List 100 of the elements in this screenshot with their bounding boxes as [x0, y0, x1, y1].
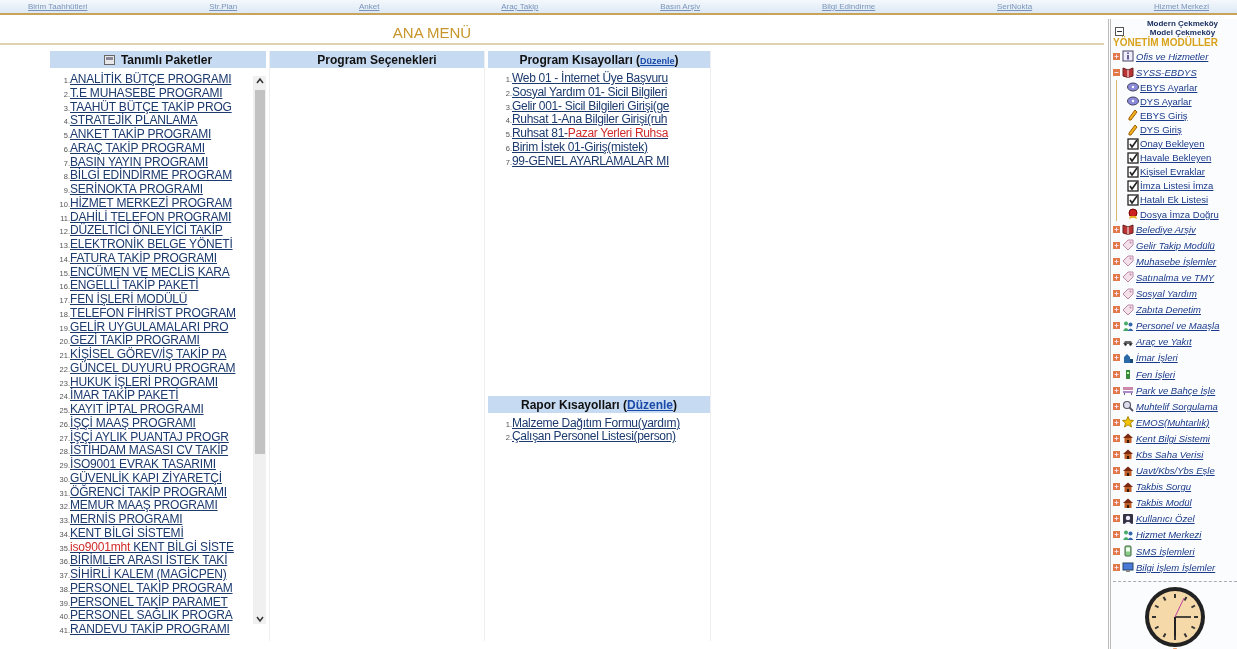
scroll-thumb[interactable]: [254, 90, 265, 454]
expand-icon[interactable]: [1113, 273, 1120, 281]
expand-icon[interactable]: [1113, 499, 1120, 507]
tree-item[interactable]: Takbis Modül: [1136, 497, 1192, 509]
list-link[interactable]: GELİR UYGULAMALARI PRO: [70, 319, 229, 334]
tree-item[interactable]: Park ve Bahçe İşle: [1136, 384, 1216, 396]
tree-item[interactable]: Araç ve Yakıt: [1136, 336, 1192, 348]
list-link[interactable]: SİHİRLİ KALEM (MAGİCPEN): [70, 567, 227, 581]
tree-item[interactable]: Zabıta Denetim: [1136, 304, 1201, 316]
expand-icon[interactable]: [1113, 52, 1120, 60]
tree-item[interactable]: Belediye Arşiv: [1136, 223, 1196, 235]
edit-link[interactable]: Düzenle: [640, 55, 675, 66]
list-link[interactable]: T.E MUHASEBE PROGRAMI: [70, 85, 223, 100]
list-link[interactable]: HUKUK İŞLERİ PROGRAMI: [70, 374, 218, 389]
list-link[interactable]: GÜVENLİK KAPI ZİYARETÇİ: [70, 470, 222, 485]
expand-icon[interactable]: [1113, 451, 1120, 458]
list-link[interactable]: İŞÇİ AYLIK PUANTAJ PROGR: [70, 429, 229, 444]
scrollbar[interactable]: [253, 76, 266, 624]
expand-icon[interactable]: [1113, 225, 1120, 233]
list-link[interactable]: Ruhsat 1-Ana Bilgiler Girişi(ruh: [512, 112, 668, 127]
collapse-icon[interactable]: [1115, 27, 1124, 36]
tree-item[interactable]: EBYS Ayarlar: [1140, 81, 1198, 93]
list-link[interactable]: GEZİ TAKİP PROGRAMI: [70, 333, 200, 348]
tree-item[interactable]: Satınalma ve TMY: [1136, 271, 1215, 283]
tree-item[interactable]: DYS Giriş: [1140, 124, 1182, 135]
expand-icon[interactable]: [1113, 467, 1120, 475]
expand-icon[interactable]: [1113, 434, 1120, 442]
list-link[interactable]: iso9001mht KENT BİLGİ SİSTE: [70, 539, 234, 554]
list-link[interactable]: FATURA TAKİP PROGRAMI: [70, 250, 217, 265]
expand-icon[interactable]: [1113, 241, 1120, 249]
tree-item[interactable]: Dosya İmza Doğru: [1140, 208, 1219, 220]
tree-item[interactable]: SMS İşlemleri: [1136, 545, 1195, 557]
list-link[interactable]: BASIN YAYIN PROGRAMI: [70, 154, 209, 169]
expand-icon[interactable]: [1113, 386, 1120, 394]
list-link[interactable]: İSTİHDAM MASASI CV TAKİP: [70, 443, 229, 458]
expand-icon[interactable]: [1113, 483, 1120, 491]
tree-item[interactable]: Hizmet Merkezi: [1136, 529, 1202, 541]
tree-item[interactable]: Personel ve Maaşla: [1136, 320, 1220, 332]
tree-item[interactable]: Gelir Takip Modülü: [1136, 239, 1215, 251]
tree-item[interactable]: SYSS-EBDYS: [1136, 66, 1197, 78]
list-link[interactable]: TAAHÜT BÜTÇE TAKİP PROG: [70, 99, 232, 114]
list-link[interactable]: FEN İŞLERİ MODÜLÜ: [70, 292, 188, 306]
expand-icon[interactable]: [1113, 547, 1120, 555]
list-link[interactable]: 99-GENEL AYARLAMALAR MI: [512, 153, 669, 168]
list-link[interactable]: KİŞİSEL GÖREV/İŞ TAKİP PA: [70, 347, 227, 361]
tree-item[interactable]: Kbs Saha Verisi: [1136, 449, 1204, 460]
tree-item[interactable]: Fen İşleri: [1136, 368, 1176, 380]
tree-item[interactable]: Ofis ve Hizmetler: [1136, 50, 1209, 62]
list-link[interactable]: Birim İstek 01-Giriş(mistek): [512, 139, 648, 154]
expand-icon[interactable]: [1113, 338, 1120, 346]
list-link[interactable]: ÖĞRENCİ TAKİP PROGRAMI: [70, 484, 227, 499]
list-link[interactable]: DAHİLİ TELEFON PROGRAMI: [70, 209, 232, 224]
list-link[interactable]: MERNİS PROGRAMI: [70, 512, 183, 526]
list-link[interactable]: GÜNCEL DUYURU PROGRAM: [70, 360, 236, 375]
list-link[interactable]: PERSONEL SAĞLIK PROGRA: [70, 608, 233, 623]
expand-icon[interactable]: [1113, 290, 1120, 298]
scroll-down-icon[interactable]: [254, 614, 265, 624]
tree-item[interactable]: Onay Bekleyen: [1140, 138, 1205, 150]
list-link[interactable]: İMAR TAKİP PAKETİ: [70, 388, 179, 403]
list-link[interactable]: SERİNOKTA PROGRAMI: [70, 182, 203, 196]
tree-item[interactable]: Kullanıcı Özel: [1136, 513, 1195, 525]
tree-item[interactable]: Bilgi İşlem İşlemler: [1136, 561, 1216, 573]
tree-item[interactable]: Uavt/Kbs/Ybs Eşle: [1136, 465, 1215, 477]
expand-icon[interactable]: [1113, 370, 1120, 378]
list-link[interactable]: RANDEVU TAKİP PROGRAMI: [70, 622, 230, 636]
tree-item[interactable]: Hatalı Ek Listesi: [1140, 194, 1209, 206]
list-link[interactable]: ARAÇ TAKİP PROGRAMI: [70, 140, 205, 155]
list-link[interactable]: Ruhsat 81-Pazar Yerleri Ruhsa: [512, 126, 669, 140]
tree-item[interactable]: Muhasebe İşlemler: [1136, 255, 1217, 267]
list-link[interactable]: BİRİMLER ARASI İSTEK TAKİ: [70, 553, 228, 568]
list-link[interactable]: KAYIT İPTAL PROGRAMI: [70, 402, 204, 416]
list-link[interactable]: Sosyal Yardım 01- Sicil Bilgileri: [512, 84, 668, 99]
list-link[interactable]: Web 01 - İnternet Üye Başvuru: [512, 71, 668, 85]
list-link[interactable]: ELEKTRONİK BELGE YÖNETİ: [70, 237, 233, 251]
list-link[interactable]: KENT BİLGİ SİSTEMİ: [70, 525, 184, 540]
tree-item[interactable]: Kişisel Evraklar: [1140, 166, 1205, 178]
list-link[interactable]: ANALİTİK BÜTÇE PROGRAMI: [70, 72, 232, 86]
list-link[interactable]: DÜZELTİCİ ÖNLEYİCİ TAKİP: [70, 223, 223, 238]
expand-icon[interactable]: [1113, 531, 1120, 539]
list-link[interactable]: HİZMET MERKEZİ PROGRAM: [70, 195, 233, 210]
expand-icon[interactable]: [1113, 418, 1120, 426]
list-link[interactable]: ENGELLİ TAKİP PAKETİ: [70, 278, 199, 293]
tree-item[interactable]: Havale Bekleyen: [1140, 152, 1212, 164]
list-link[interactable]: ANKET TAKİP PROGRAMI: [70, 127, 212, 141]
list-link[interactable]: PERSONEL TAKİP PROGRAM: [70, 580, 233, 595]
tree-item[interactable]: İmza Listesi İmza: [1140, 180, 1214, 192]
list-link[interactable]: Malzeme Dağıtım Formu(yardım): [512, 416, 680, 431]
list-link[interactable]: İŞÇİ MAAŞ PROGRAMI: [70, 415, 196, 430]
expand-icon[interactable]: [1113, 402, 1120, 410]
tree-item[interactable]: DYS Ayarlar: [1140, 95, 1192, 107]
list-link[interactable]: İSO9001 EVRAK TASARIMI: [70, 457, 216, 471]
tree-item[interactable]: İmar İşleri: [1136, 352, 1178, 364]
list-link[interactable]: STRATEJİK PLANLAMA: [70, 113, 198, 128]
tree-item[interactable]: Muhtelif Sorgulama: [1136, 400, 1218, 412]
tree-item[interactable]: Takbis Sorgu: [1136, 481, 1192, 493]
list-link[interactable]: BİLGİ EDİNDİRME PROGRAM: [70, 168, 233, 183]
edit-link[interactable]: Düzenle: [627, 397, 673, 412]
tree-item[interactable]: EBYS Giriş: [1140, 109, 1188, 121]
tree-item[interactable]: Kent Bilgi Sistemi: [1136, 432, 1210, 444]
tree-item[interactable]: Sosyal Yardım: [1136, 288, 1197, 300]
